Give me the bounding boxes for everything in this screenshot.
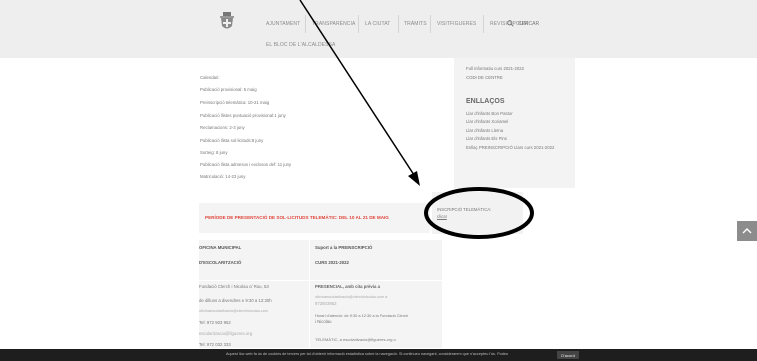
- office-email-link[interactable]: oficinaescolaritzacio@clerchinicolau.com: [199, 309, 268, 313]
- nav-divider: [483, 15, 484, 33]
- table-header-support: CURS 2021-2022: [315, 260, 349, 265]
- nav-divider: [305, 15, 306, 33]
- table-cell: PRESENCIAL, amb cita prèvia a: [315, 284, 380, 289]
- telematic-registration-label: INSCRIPCIÓ TELEMÀTICA:: [437, 207, 492, 212]
- table-row-divider: [199, 280, 442, 281]
- sidebar: Full informatiu curs 2021-2022 CODI DE C…: [454, 58, 575, 188]
- calendar-line: Publicació llista admesos i exclosos def…: [200, 162, 292, 167]
- calendar-line: Publicació provisional: 5 maig: [200, 87, 257, 92]
- cookie-consent-text: Aquest lloc web fa ús de cookies de terc…: [226, 352, 509, 356]
- nav-divider: [398, 15, 399, 33]
- table-cell: Horari d'atenció: de 9:30 a 12:30 a la F…: [315, 313, 409, 318]
- links-heading: ENLLAÇOS: [466, 98, 505, 105]
- calendar-line: Publicació llistes puntuació provisional…: [200, 113, 286, 118]
- nav-item-la-ciutat[interactable]: LA CIUTAT: [365, 21, 390, 27]
- cookie-consent-bar: Aquest lloc web fa ús de cookies de terc…: [0, 349, 757, 361]
- calendar-line: Publicació llista sol·licituds:8 juny: [200, 138, 264, 143]
- city-crest-logo-icon[interactable]: [217, 10, 237, 32]
- nav-item-visitfigueres[interactable]: VISITFIGUERES: [437, 21, 476, 27]
- nav-item-tramits[interactable]: TRÀMITS: [404, 21, 427, 27]
- sidebar-link[interactable]: Enllaç PREINSCRIPCIÓ Llars curs 2021-202…: [466, 145, 554, 150]
- schooling-office-table: OFICINA MUNICIPAL D'ESCOLARITZACIÓ Supor…: [199, 240, 442, 348]
- table-cell: de dilluns a divendres e 9:30 a 12:30h: [199, 298, 272, 303]
- sidebar-link[interactable]: Llar d'infants Xoriamel: [466, 119, 508, 124]
- scroll-to-top-button[interactable]: [737, 221, 757, 241]
- calendar-line: Preinscripció telemàtica: 10-21 maig: [200, 100, 270, 105]
- telematic-registration-box: INSCRIPCIÓ TELEMÀTICA: clica!: [432, 192, 523, 234]
- nav-item-transparencia[interactable]: TRANSPARÈNCIA: [312, 21, 355, 27]
- table-cell: i Nicolau: [315, 319, 332, 324]
- search-icon: [507, 20, 514, 27]
- table-cell: Tel: 972 032 333: [199, 342, 231, 347]
- support-email-link[interactable]: oficinaescolaritzacio@clerchinicolau.com…: [315, 295, 387, 299]
- nav-divider: [358, 15, 359, 33]
- application-period-text: PERÍODE DE PRESENTACIÓ DE SOL·LICITUDS T…: [205, 215, 389, 220]
- calendar-line: Reclamacions: 2-3 juny: [200, 125, 245, 130]
- calendar-line: Matriculació: 14-23 juny: [200, 174, 246, 179]
- table-header-office: OFICINA MUNICIPAL: [199, 245, 242, 250]
- nav-item-ajuntament[interactable]: AJUNTAMENT: [266, 21, 300, 27]
- sidebar-link[interactable]: Llar d'infants Lleïna: [466, 128, 503, 133]
- table-header-support: Suport a la PREINSCRIPCIÓ: [315, 245, 373, 250]
- table-cell: 972503952: [315, 301, 337, 306]
- search-label: CERCAR: [518, 20, 540, 27]
- table-cell: Tel: 972 503 952: [199, 320, 231, 325]
- main-content: Calendari: Publicació provisional: 5 mai…: [199, 58, 575, 348]
- application-period-notice: PERÍODE DE PRESENTACIÓ DE SOL·LICITUDS T…: [199, 203, 430, 233]
- table-header-office: D'ESCOLARITZACIÓ: [199, 260, 242, 265]
- top-navigation-bar: AJUNTAMENT TRANSPARÈNCIA LA CIUTAT TRÀMI…: [0, 0, 757, 58]
- cookie-accept-button[interactable]: D'acord: [557, 351, 579, 359]
- sidebar-doc-link[interactable]: Full informatiu curs 2021-2022: [466, 66, 524, 71]
- telematic-registration-link[interactable]: clica!: [437, 214, 447, 219]
- sidebar-link[interactable]: Llar d'infants Bon Pastor: [466, 111, 513, 116]
- search-button[interactable]: CERCAR: [502, 15, 548, 32]
- nav-divider: [430, 15, 431, 33]
- calendar-line: Sorteig: 8 juny: [200, 150, 228, 155]
- table-cell: TELEMÀTIC, a escolaritzacio@figueres.org…: [315, 337, 396, 342]
- chevron-up-icon: [742, 228, 752, 234]
- calendar-title: Calendari:: [200, 75, 220, 80]
- nav-item-bloc-alcaldessa[interactable]: EL BLOC DE L'ALCALDESSA: [266, 42, 336, 48]
- sidebar-doc-link[interactable]: CODI DE CENTRE: [466, 75, 503, 80]
- table-cell: Fundació Clerch i Nicolau c/ Rou, 53: [199, 284, 269, 289]
- table-column-divider: [309, 240, 310, 348]
- sidebar-link[interactable]: Llar d'infants Els Pins: [466, 136, 507, 141]
- escolaritzacio-email-link[interactable]: escolaritzacio@figueres.org: [199, 331, 252, 336]
